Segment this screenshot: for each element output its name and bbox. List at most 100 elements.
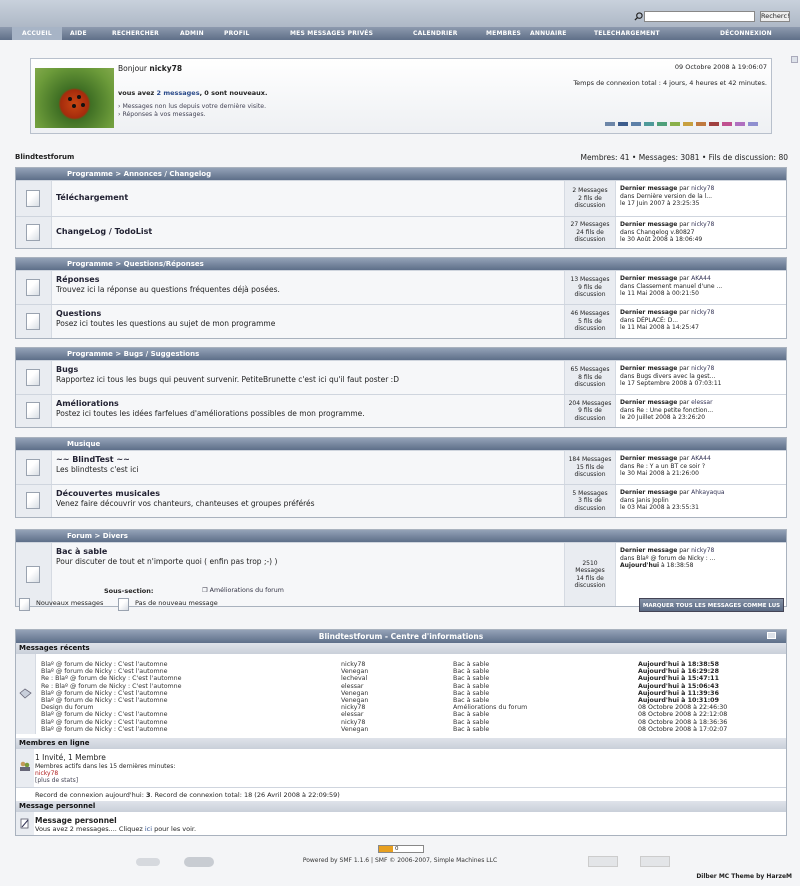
recent-user-link[interactable]: nicky78 — [341, 661, 365, 668]
recent-subject-link[interactable]: Blaº @ forum de Nicky : C'est l'automne — [41, 711, 167, 718]
color-swatch[interactable] — [670, 122, 680, 126]
category-title[interactable]: Programme > Questions/Réponses — [16, 258, 786, 270]
board-name-link[interactable]: Réponses — [56, 275, 560, 284]
board-name-link[interactable]: ~~ BlindTest ~~ — [56, 455, 560, 464]
board-name-link[interactable]: Améliorations — [56, 399, 560, 408]
menu-item-4[interactable]: PROFIL — [214, 27, 259, 40]
color-swatch[interactable] — [631, 122, 641, 126]
valid-css-badge[interactable] — [640, 856, 670, 867]
replies-link[interactable]: › Réponses à vos messages. — [118, 111, 206, 118]
last-post-topic-link[interactable]: dans Re : Y a un BT ce soir ? — [620, 463, 782, 471]
menu-item-2[interactable]: RECHERCHER — [102, 27, 169, 40]
menu-item-8[interactable]: ANNUAIRE — [520, 27, 577, 40]
unread-link[interactable]: › Messages non lus depuis votre dernière… — [118, 103, 266, 110]
online-user-link[interactable]: nicky78 — [35, 770, 58, 777]
color-swatch[interactable] — [644, 122, 654, 126]
color-swatch[interactable] — [696, 122, 706, 126]
valid-xhtml-badge[interactable] — [588, 856, 618, 867]
collapse-header-button[interactable] — [791, 56, 798, 63]
board-title[interactable]: Blindtestforum — [15, 153, 74, 161]
recent-user-link[interactable]: Venegan — [341, 690, 368, 697]
menu-item-6[interactable]: CALENDRIER — [403, 27, 468, 40]
recent-subject-link[interactable]: Blaº @ forum de Nicky : C'est l'automne — [41, 697, 167, 704]
last-post-user-link[interactable]: nicky78 — [691, 221, 714, 228]
menu-item-5[interactable]: MES MESSAGES PRIVÉS — [280, 27, 383, 40]
search-input[interactable] — [644, 11, 755, 22]
search-icon[interactable] — [634, 12, 643, 21]
board-message-count: 13 Messages — [570, 276, 610, 284]
recent-subject-link[interactable]: Blaº @ forum de Nicky : C'est l'automne — [41, 690, 167, 697]
last-post-user-link[interactable]: nicky78 — [691, 309, 714, 316]
subsection-link[interactable]: ❐ Améliorations du forum — [202, 587, 284, 594]
board-name-link[interactable]: Questions — [56, 309, 560, 318]
pm-label[interactable]: Message personnel — [35, 816, 117, 825]
last-post-user-link[interactable]: nicky78 — [691, 365, 714, 372]
last-post-date: le 03 Mai 2008 à 23:55:31 — [620, 504, 699, 511]
recent-user-link[interactable]: Venegan — [341, 726, 368, 733]
recent-subject-link[interactable]: Blaº @ forum de Nicky : C'est l'automne — [41, 726, 167, 733]
category-title[interactable]: Programme > Bugs / Suggestions — [16, 348, 786, 360]
recent-user-link[interactable]: nicky78 — [341, 704, 365, 711]
recent-user-link[interactable]: Venegan — [341, 668, 368, 675]
last-post-topic-link[interactable]: dans Blaº @ forum de Nicky : ... — [620, 555, 782, 563]
color-swatch[interactable] — [722, 122, 732, 126]
color-swatch[interactable] — [735, 122, 745, 126]
messages-link[interactable]: 2 messages — [157, 89, 200, 97]
recent-subject-link[interactable]: Re : Blaº @ forum de Nicky : C'est l'aut… — [41, 675, 182, 682]
last-post-user-link[interactable]: AKA44 — [691, 275, 711, 282]
last-post-topic-link[interactable]: dans Dernière version de la l... — [620, 193, 782, 201]
category-title[interactable]: Musique — [16, 438, 786, 450]
color-swatch[interactable] — [709, 122, 719, 126]
last-post-topic-link[interactable]: dans Janis Joplin — [620, 497, 782, 505]
recent-subject-link[interactable]: Re : Blaº @ forum de Nicky : C'est l'aut… — [41, 683, 182, 690]
color-swatch[interactable] — [683, 122, 693, 126]
last-post-user-link[interactable]: nicky78 — [691, 185, 714, 192]
recent-board-link[interactable]: Bac à sable — [453, 683, 489, 690]
board-topic-unit: discussion — [574, 471, 606, 479]
board-name-link[interactable]: Bac à sable — [56, 547, 560, 556]
recent-board-link[interactable]: Bac à sable — [453, 719, 489, 726]
menu-item-1[interactable]: AIDE — [60, 27, 97, 40]
color-swatch[interactable] — [748, 122, 758, 126]
board-name-link[interactable]: Découvertes musicales — [56, 489, 560, 498]
menu-item-10[interactable]: DÉCONNEXION — [710, 27, 782, 40]
mark-all-read-button[interactable]: MARQUER TOUS LES MESSAGES COMME LUS — [639, 598, 784, 612]
last-post-topic-link[interactable]: dans Re : Une petite fonction... — [620, 407, 782, 415]
pm-view-link[interactable]: ici — [145, 825, 152, 833]
recent-user-link[interactable]: Venegan — [341, 697, 368, 704]
color-swatch[interactable] — [618, 122, 628, 126]
last-post-user-link[interactable]: nicky78 — [691, 547, 714, 554]
color-swatch[interactable] — [657, 122, 667, 126]
info-center-title: Blindtestforum - Centre d'informations — [16, 630, 786, 643]
recent-board-link[interactable]: Bac à sable — [453, 675, 489, 682]
recent-board-link[interactable]: Bac à sable — [453, 726, 489, 733]
board-name-link[interactable]: Téléchargement — [56, 193, 560, 202]
board-row: ChangeLog / TodoList 27 Messages 24 fils d… — [16, 216, 786, 248]
category-title[interactable]: Programme > Annonces / Changelog — [16, 168, 786, 180]
main-menu: ACCUEIL AIDE RECHERCHER ADMIN PROFIL MES MESS… — [0, 27, 800, 40]
recent-board-link[interactable]: Bac à sable — [453, 711, 489, 718]
board-name-link[interactable]: Bugs — [56, 365, 560, 374]
menu-item-0[interactable]: ACCUEIL — [12, 27, 62, 40]
last-post-topic-link[interactable]: dans Changelog v.80827 — [620, 229, 782, 237]
search-button[interactable]: Recherc! — [760, 11, 790, 22]
category-title[interactable]: Forum > Divers — [16, 530, 786, 542]
collapse-info-button[interactable] — [767, 632, 776, 639]
recent-subject-link[interactable]: Blaº @ forum de Nicky : C'est l'automne — [41, 719, 167, 726]
board-name-link[interactable]: ChangeLog / TodoList — [56, 227, 560, 236]
menu-item-9[interactable]: TELECHARGEMENT — [584, 27, 670, 40]
last-post-user-link[interactable]: Ahkayaqua — [691, 489, 724, 496]
last-post-user-link[interactable]: elessar — [691, 399, 712, 406]
color-swatch[interactable] — [605, 122, 615, 126]
recent-board-link[interactable]: Bac à sable — [453, 690, 489, 697]
last-post-user-link[interactable]: AKA44 — [691, 455, 711, 462]
last-post-topic-link[interactable]: dans DÉPLACÉ: D... — [620, 317, 782, 325]
recent-user-link[interactable]: elessar — [341, 711, 364, 718]
recent-user-link[interactable]: lecheval — [341, 675, 367, 682]
more-stats-link[interactable]: [plus de stats] — [35, 777, 78, 784]
menu-item-3[interactable]: ADMIN — [170, 27, 214, 40]
last-post-topic-link[interactable]: dans Bugs divers avec la gest... — [620, 373, 782, 381]
recent-user-link[interactable]: elessar — [341, 683, 364, 690]
recent-user-link[interactable]: nicky78 — [341, 719, 365, 726]
last-post-topic-link[interactable]: dans Classement manuel d'une ... — [620, 283, 782, 291]
